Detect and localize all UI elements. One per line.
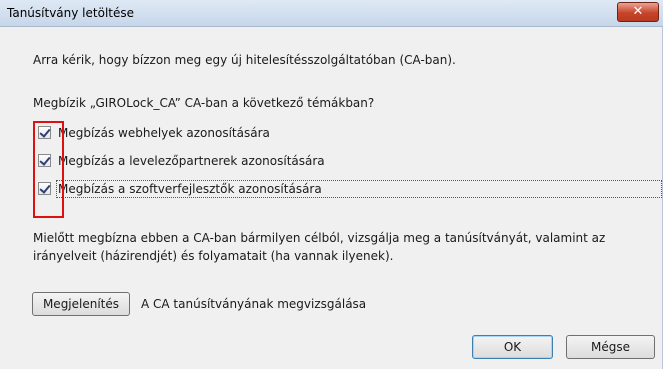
- window-title: Tanúsítvány letöltése: [7, 6, 134, 20]
- option-label: Megbízás webhelyek azonosítására: [58, 126, 270, 140]
- title-bar: Tanúsítvány letöltése ✕: [0, 0, 663, 27]
- certificate-download-dialog: Tanúsítvány letöltése ✕ Arra kérik, hogy…: [0, 0, 663, 369]
- cancel-button[interactable]: Mégse: [566, 335, 655, 359]
- view-certificate-button[interactable]: Megjelenítés: [32, 292, 130, 316]
- view-certificate-description: A CA tanúsítványának megvizsgálása: [141, 297, 367, 311]
- warning-note: Mielőtt megbízna ebben a CA-ban bármilye…: [33, 231, 606, 263]
- option-label: Megbízás a levelezőpartnerek azonosításá…: [58, 154, 325, 168]
- close-button[interactable]: ✕: [617, 2, 659, 22]
- close-icon: ✕: [632, 4, 644, 19]
- checkbox-highlight-annotation: [33, 121, 64, 218]
- trust-question: Megbízik „GIROLock_CA” CA-ban a következ…: [33, 96, 375, 110]
- ok-button[interactable]: OK: [472, 335, 553, 359]
- dialog-content: Arra kérik, hogy bízzon meg egy új hitel…: [0, 27, 663, 369]
- option-label: Megbízás a szoftverfejlesztők azonosítás…: [58, 182, 322, 196]
- intro-text: Arra kérik, hogy bízzon meg egy új hitel…: [33, 53, 456, 67]
